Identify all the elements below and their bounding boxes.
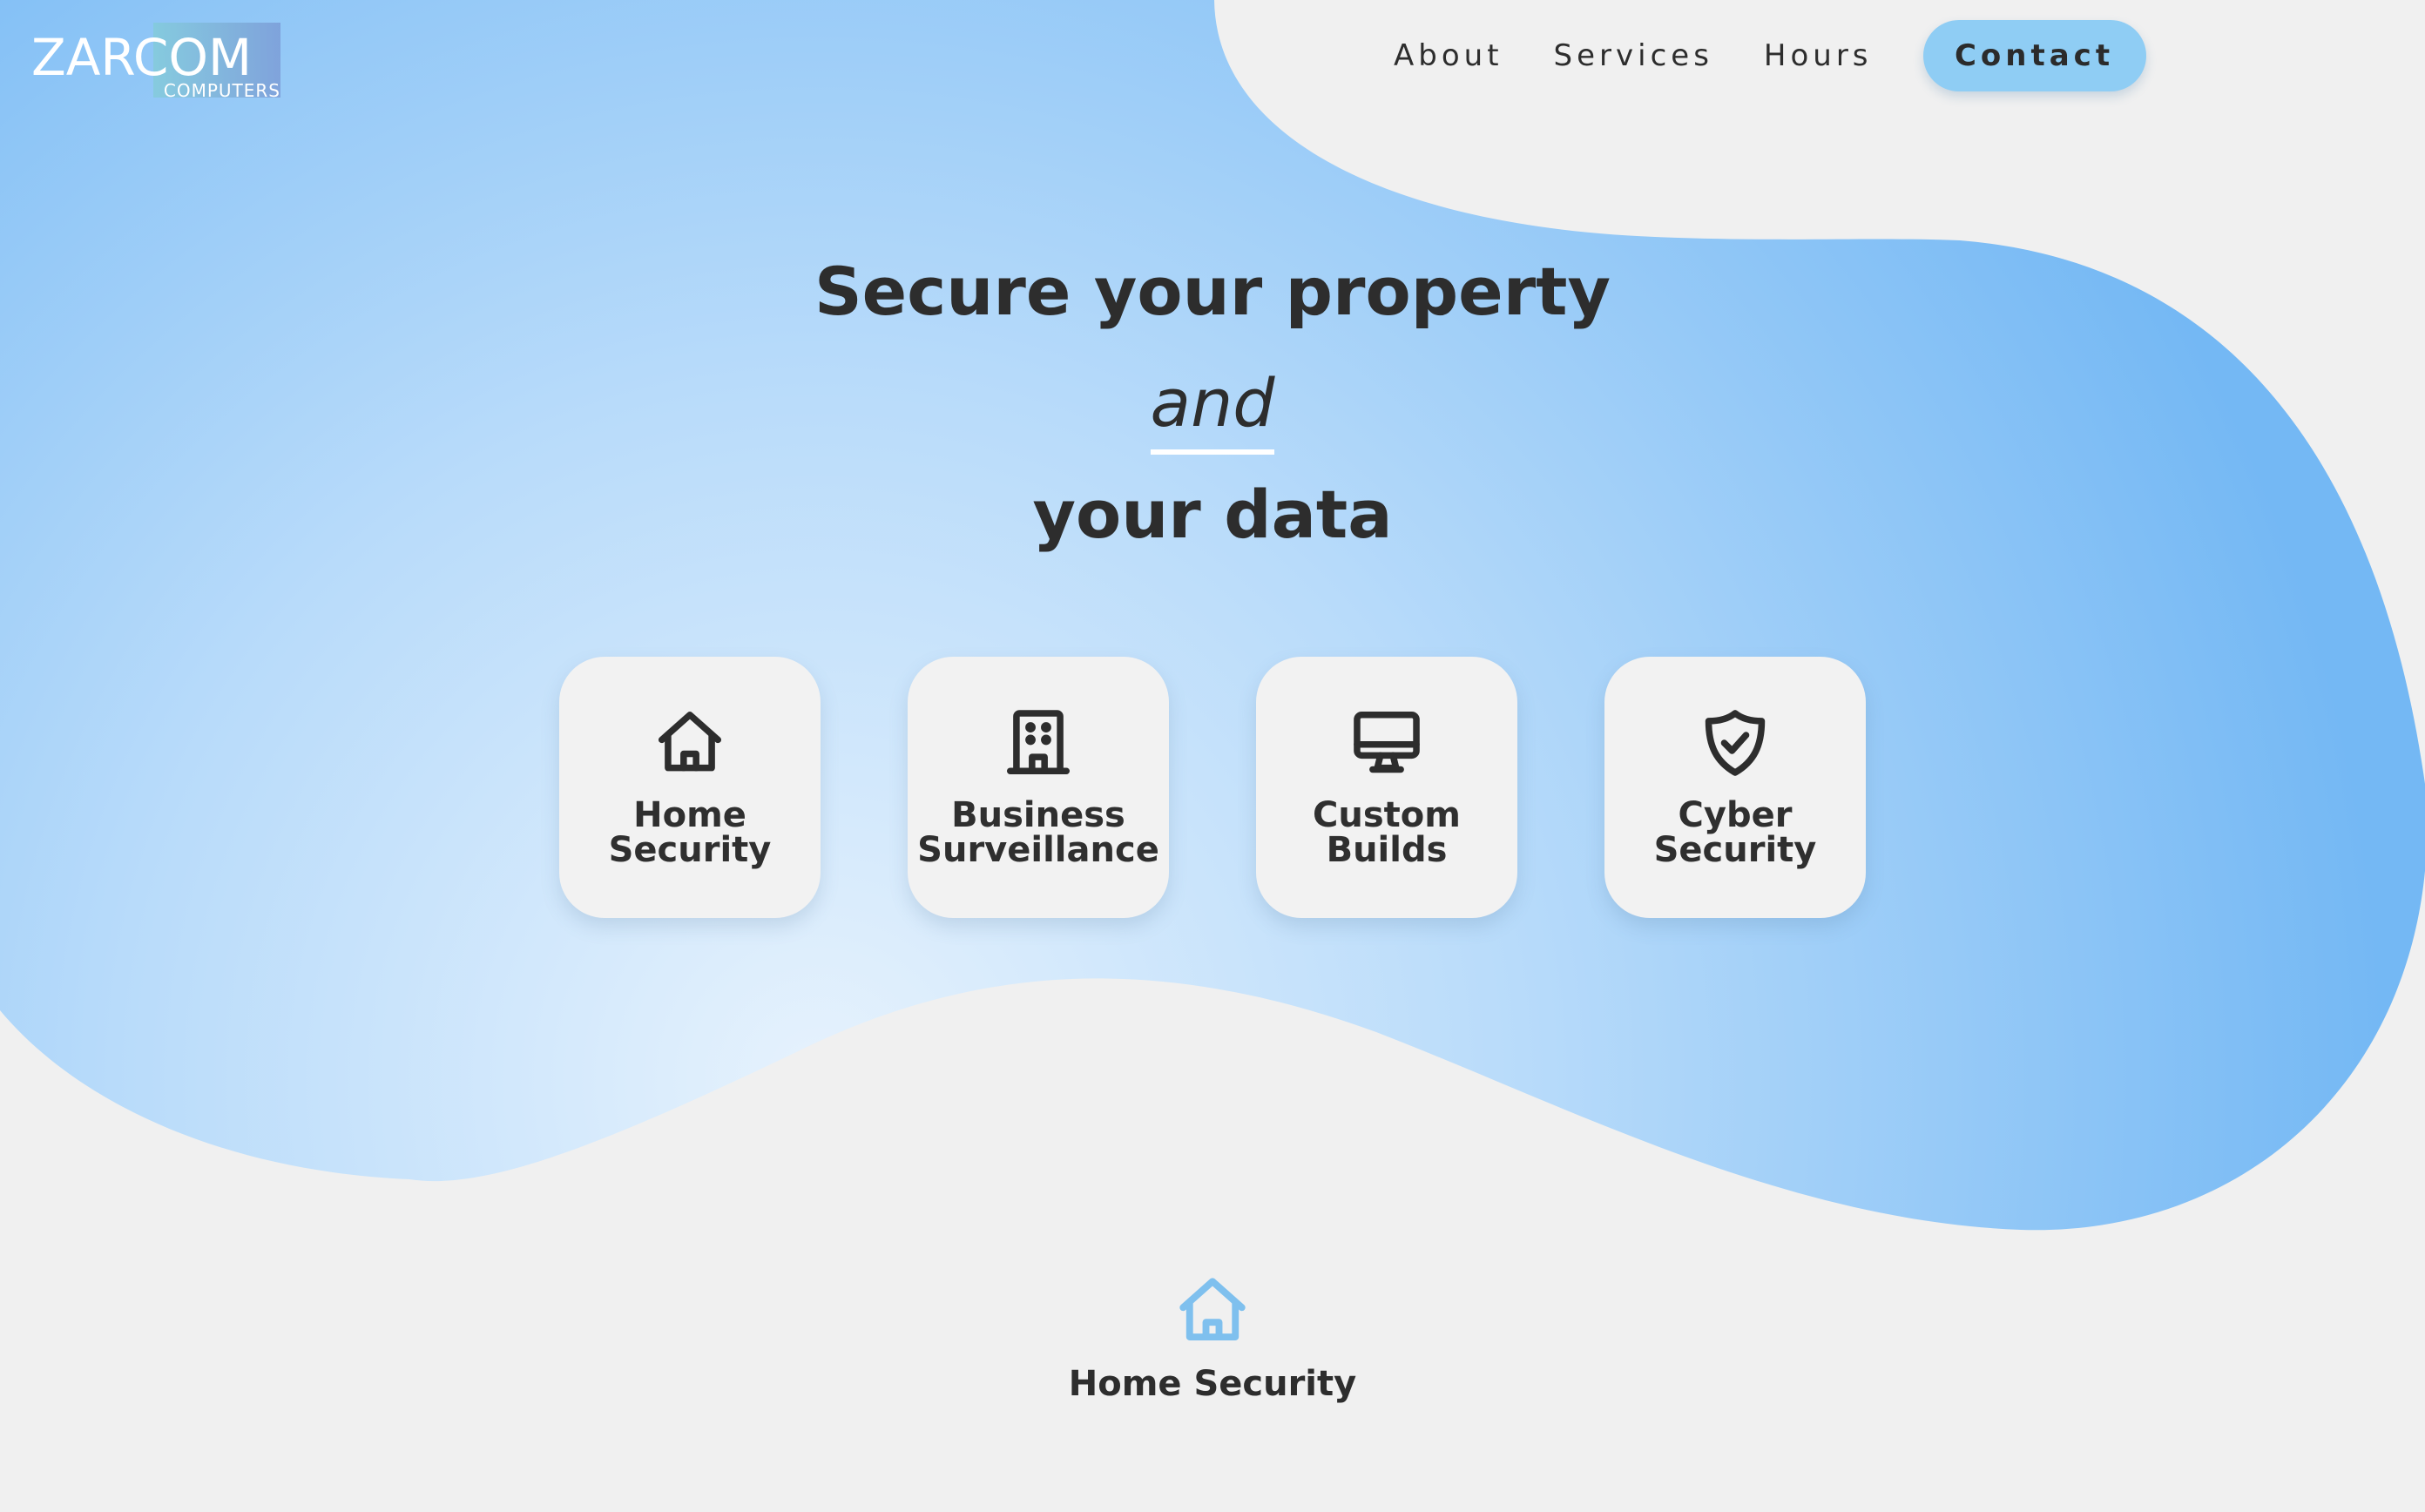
service-card-business-surveillance[interactable]: Business Surveillance: [908, 657, 1169, 918]
main-nav: About Services Hours Contact: [1394, 19, 2146, 92]
contact-button[interactable]: Contact: [1922, 20, 2146, 91]
section-title: Home Security: [1068, 1364, 1357, 1404]
service-card-custom-builds[interactable]: Custom Builds: [1256, 657, 1517, 918]
building-icon: [999, 704, 1077, 782]
hero-title-line-3: your data: [1032, 476, 1393, 553]
nav-link-hours[interactable]: Hours: [1764, 38, 1873, 73]
service-card-label: Custom Builds: [1313, 795, 1461, 870]
monitor-icon: [1348, 704, 1426, 782]
service-card-label: Home Security: [608, 795, 772, 870]
home-icon: [1173, 1272, 1252, 1350]
home-icon: [651, 704, 729, 782]
service-card-label: Business Surveillance: [917, 795, 1159, 870]
brand-tagline: COMPUTERS: [163, 80, 280, 101]
service-cards: Home Security Business Surveillance Cust…: [559, 657, 1866, 918]
brand-logo[interactable]: ZARCOM COMPUTERS: [31, 23, 280, 101]
shield-check-icon: [1696, 704, 1774, 782]
hero-title-and: and: [1150, 364, 1275, 455]
hero-title-line-1: Secure your property: [814, 253, 1611, 330]
brand-name: ZARCOM: [31, 28, 253, 87]
nav-link-about[interactable]: About: [1394, 38, 1503, 73]
service-card-label: Cyber Security: [1653, 795, 1817, 870]
service-card-cyber-security[interactable]: Cyber Security: [1604, 657, 1866, 918]
nav-link-services[interactable]: Services: [1554, 38, 1713, 73]
service-card-home-security[interactable]: Home Security: [559, 657, 821, 918]
page: ZARCOM COMPUTERS About Services Hours Co…: [0, 0, 2425, 1512]
